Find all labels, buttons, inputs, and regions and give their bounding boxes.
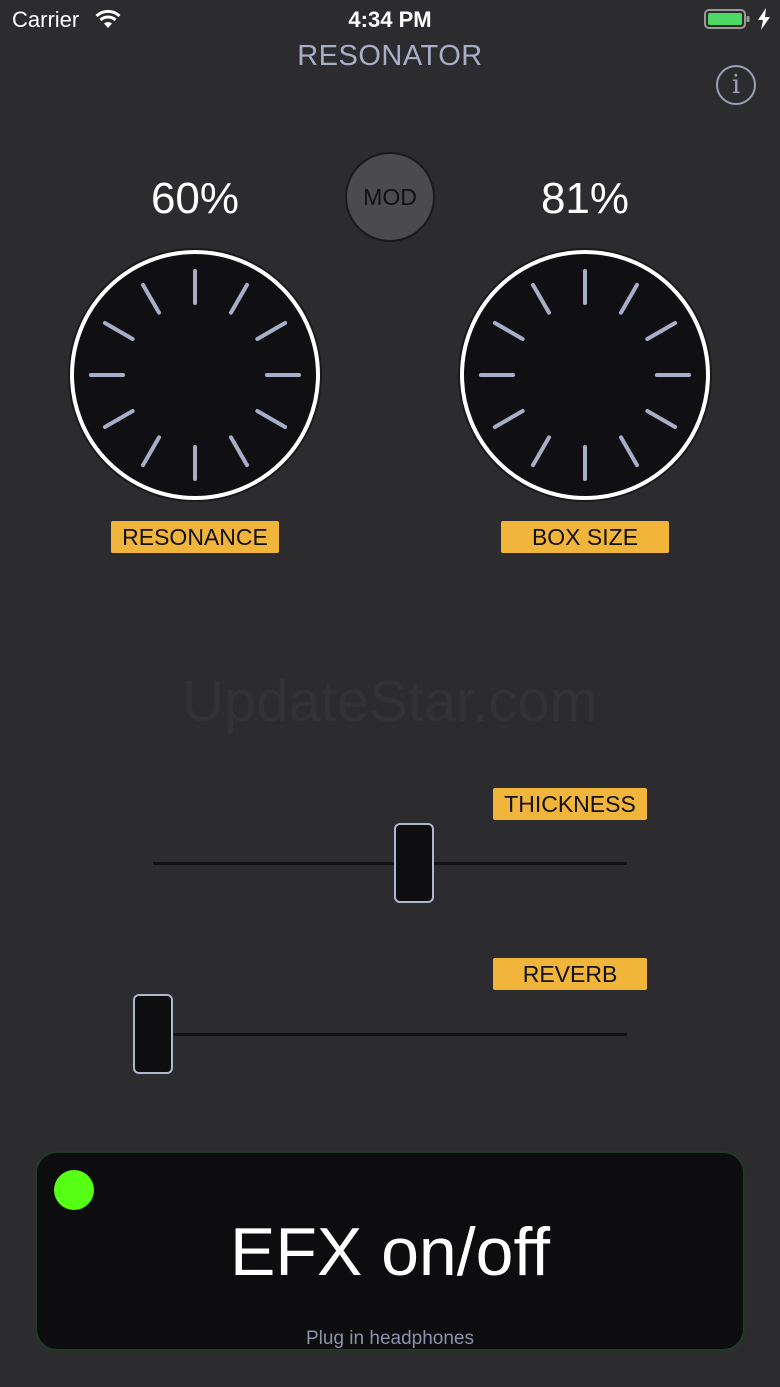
app-title: RESONATOR — [297, 40, 483, 72]
reverb-label: REVERB — [493, 958, 647, 990]
box-size-value: 81% — [540, 174, 630, 223]
thickness-slider-thumb[interactable] — [393, 823, 434, 903]
mod-button-label: MOD — [363, 183, 417, 210]
headphones-hint: Plug in headphones — [306, 1328, 474, 1349]
efx-toggle-button[interactable]: EFX on/off Plug in headphones — [35, 1151, 745, 1351]
status-bar: Carrier 4:34 PM — [0, 0, 780, 40]
info-icon: i — [731, 70, 741, 100]
efx-status-led — [54, 1170, 94, 1210]
mod-button[interactable]: MOD — [345, 152, 435, 242]
resonance-value: 60% — [150, 174, 240, 223]
info-button[interactable]: i — [716, 65, 756, 105]
resonance-label: RESONANCE — [111, 521, 279, 553]
status-time: 4:34 PM — [348, 7, 432, 32]
thickness-slider-track[interactable] — [153, 862, 627, 865]
box-size-label: BOX SIZE — [501, 521, 669, 553]
efx-label: EFX on/off — [229, 1214, 551, 1290]
thickness-label: THICKNESS — [493, 788, 647, 820]
reverb-slider-track[interactable] — [153, 1033, 627, 1036]
box-size-knob[interactable] — [457, 247, 713, 503]
battery-icon — [704, 9, 750, 29]
reverb-slider-thumb[interactable] — [133, 994, 173, 1074]
resonance-knob[interactable] — [67, 247, 323, 503]
watermark: UpdateStar.com — [182, 669, 598, 734]
charging-bolt-icon — [758, 8, 770, 30]
